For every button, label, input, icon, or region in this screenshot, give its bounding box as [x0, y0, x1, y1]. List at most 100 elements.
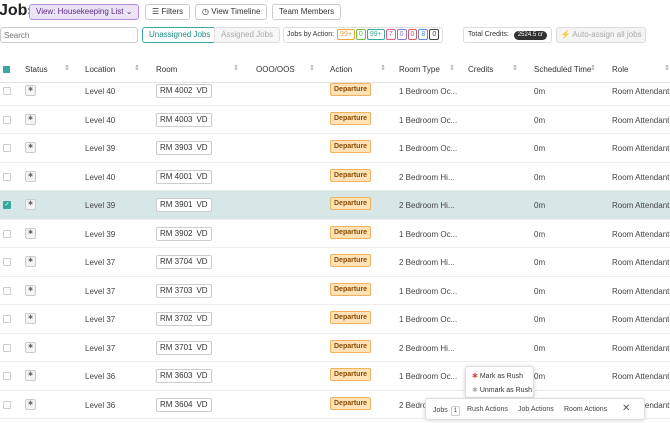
rush-actions-button[interactable]: Rush Actions: [467, 406, 508, 413]
row-checkbox[interactable]: [3, 172, 11, 181]
action-chip[interactable]: 7: [385, 29, 396, 40]
view-select-button[interactable]: View: Housekeeping List ⌄: [29, 4, 140, 20]
location-cell: Level 37: [85, 343, 116, 353]
auto-assign-button[interactable]: ⚡ Auto-assign all jobs: [556, 27, 646, 43]
row-checkbox[interactable]: ✓: [3, 201, 11, 209]
action-badge: Departure: [330, 254, 372, 267]
sort-icon[interactable]: ⇕: [380, 64, 386, 72]
room-badge[interactable]: RM 3604 VD: [156, 397, 212, 412]
search-input[interactable]: [0, 27, 138, 43]
status-icon[interactable]: ✱: [25, 341, 36, 353]
room-status-code: VD: [196, 285, 208, 295]
sort-icon[interactable]: ⇕: [64, 64, 70, 72]
status-icon[interactable]: ✱: [25, 85, 36, 96]
table-row[interactable]: ✱ Level 39 RM 3903 VD Departure 1 Bedroom Oc.…: [0, 134, 670, 163]
close-icon[interactable]: ✕: [622, 403, 630, 414]
sort-icon[interactable]: ⇕: [449, 64, 455, 72]
row-checkbox[interactable]: [3, 372, 11, 380]
sort-icon[interactable]: ⇕: [512, 64, 518, 72]
status-icon[interactable]: ✱: [25, 170, 36, 182]
action-chip[interactable]: 0: [355, 29, 366, 40]
action-chip[interactable]: 99+: [366, 29, 385, 40]
status-icon[interactable]: ✱: [25, 113, 36, 125]
table-row[interactable]: ✱ Level 40 RM 4001 VD Departure 2 Bedroom Hi.…: [0, 163, 670, 191]
status-icon[interactable]: ✱: [25, 398, 36, 410]
status-icon[interactable]: ✱: [25, 313, 36, 324]
row-checkbox[interactable]: [3, 144, 11, 152]
sort-icon[interactable]: ⇕: [309, 64, 315, 72]
action-chip[interactable]: 8: [418, 29, 429, 40]
tab-assigned-jobs[interactable]: Assigned Jobs: [214, 27, 281, 43]
table-row[interactable]: ✱ Level 37 RM 3702 VD Departure 1 Bedroom Oc.…: [0, 305, 670, 334]
location-cell: Level 37: [85, 286, 116, 296]
action-chip[interactable]: 0: [407, 29, 418, 40]
table-row[interactable]: ✱ Level 40 RM 4003 VD Departure 1 Bedroom Oc.…: [0, 106, 670, 134]
header-scheduled-time[interactable]: Scheduled Time: [534, 65, 591, 74]
sort-icon[interactable]: ⇕: [590, 64, 596, 72]
status-icon[interactable]: ✱: [25, 227, 36, 239]
unmark-as-rush-item[interactable]: ✱ Unmark as Rush: [472, 386, 532, 394]
row-checkbox[interactable]: [3, 315, 11, 323]
header-location[interactable]: Location: [85, 65, 115, 74]
table-row[interactable]: ✱ Level 39 RM 3902 VD Departure 1 Bedroom Oc.…: [0, 220, 670, 248]
room-type-cell: 2 Bedroom Hi...: [399, 343, 455, 353]
header-credits[interactable]: Credits: [468, 65, 493, 74]
mark-as-rush-item[interactable]: ✱ Mark as Rush: [472, 372, 523, 380]
room-badge[interactable]: RM 3701 VD: [156, 340, 212, 355]
status-icon[interactable]: ✱: [25, 199, 36, 210]
room-badge[interactable]: RM 3704 VD: [156, 255, 212, 269]
status-icon[interactable]: ✱: [25, 256, 36, 267]
location-cell: Level 39: [85, 201, 116, 210]
room-badge[interactable]: RM 3702 VD: [156, 312, 212, 326]
row-checkbox[interactable]: [3, 115, 11, 124]
tab-unassigned-jobs[interactable]: Unassigned Jobs: [142, 27, 218, 43]
room-badge[interactable]: RM 4001 VD: [156, 169, 212, 184]
header-room-type[interactable]: Room Type: [399, 65, 440, 74]
row-checkbox[interactable]: [3, 343, 11, 352]
room-badge[interactable]: RM 3603 VD: [156, 369, 212, 383]
header-room[interactable]: Room: [156, 65, 177, 74]
table-row[interactable]: ✱ Level 37 RM 3701 VD Departure 2 Bedroom Hi.…: [0, 334, 670, 362]
filters-button[interactable]: ☰ Filters: [145, 4, 191, 20]
table-row[interactable]: ✱ Level 36 RM 3603 VD Departure 1 Bedroom Oc.…: [0, 362, 670, 391]
scheduled-time-cell: 0m: [534, 115, 546, 125]
sort-icon[interactable]: ⇕: [233, 64, 239, 72]
table-row[interactable]: ✓ ✱ Level 39 RM 3901 VD Departure 2 Bedroom Hi…: [0, 191, 670, 220]
row-checkbox[interactable]: [3, 286, 11, 295]
table-row[interactable]: ✱ Level 40 RM 4002 VD Departure 1 Bedroom Oc.…: [0, 77, 670, 106]
table-row[interactable]: ✱ Level 37 RM 3704 VD Departure 2 Bedroom Hi.…: [0, 248, 670, 277]
header-ooo[interactable]: OOO/OOS: [256, 65, 295, 74]
view-timeline-button[interactable]: ◷ View Timeline: [195, 4, 268, 20]
action-chip[interactable]: 0: [396, 29, 407, 40]
sort-icon[interactable]: ⇕: [664, 64, 670, 72]
room-type-cell: 1 Bedroom Oc...: [399, 144, 458, 153]
header-action[interactable]: Action: [330, 65, 352, 74]
room-badge[interactable]: RM 3901 VD: [156, 198, 212, 212]
table-row[interactable]: ✱ Level 37 RM 3703 VD Departure 1 Bedroom Oc.…: [0, 277, 670, 305]
status-icon[interactable]: ✱: [25, 142, 36, 153]
select-all-checkbox[interactable]: [3, 66, 10, 73]
row-checkbox[interactable]: [3, 229, 11, 238]
location-cell: Level 37: [85, 315, 116, 324]
row-checkbox[interactable]: [3, 87, 11, 95]
sort-icon[interactable]: ⇕: [134, 64, 140, 72]
row-checkbox[interactable]: [3, 258, 11, 266]
room-badge[interactable]: RM 3902 VD: [156, 226, 212, 241]
room-badge[interactable]: RM 3703 VD: [156, 283, 212, 298]
room-status-code: VD: [196, 200, 208, 209]
row-checkbox[interactable]: [3, 400, 11, 409]
header-role[interactable]: Role: [612, 65, 628, 74]
action-chip[interactable]: 99+: [337, 29, 355, 40]
room-status-code: VD: [196, 86, 208, 95]
team-members-button[interactable]: Team Members: [272, 4, 342, 20]
room-badge[interactable]: RM 4003 VD: [156, 112, 212, 127]
scheduled-time-cell: 0m: [534, 229, 546, 239]
room-badge[interactable]: RM 3903 VD: [156, 141, 212, 155]
job-actions-button[interactable]: Job Actions: [518, 406, 554, 413]
room-badge[interactable]: RM 4002 VD: [156, 84, 212, 98]
status-icon[interactable]: ✱: [25, 284, 36, 296]
header-status[interactable]: Status: [25, 65, 48, 74]
action-chip[interactable]: 0: [429, 29, 440, 40]
room-actions-button[interactable]: Room Actions: [564, 406, 607, 413]
status-icon[interactable]: ✱: [25, 370, 36, 381]
